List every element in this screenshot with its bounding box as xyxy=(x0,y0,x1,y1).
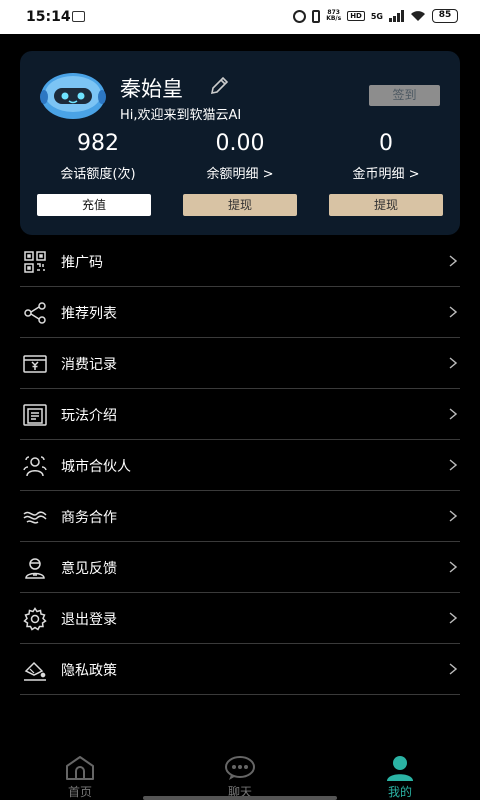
battery-icon: 85 xyxy=(432,9,458,23)
coins-value: 0 xyxy=(379,131,393,156)
menu-label: 意见反馈 xyxy=(61,561,117,577)
recharge-button[interactable]: 充值 xyxy=(37,194,151,216)
menu-label: 商务合作 xyxy=(61,510,117,526)
bottom-navigation: 首页 聊天 我的 xyxy=(0,746,480,800)
alarm-icon xyxy=(293,9,307,23)
feedback-icon xyxy=(25,558,45,579)
chevron-right-icon xyxy=(449,612,457,624)
hd-icon: HD xyxy=(347,11,365,21)
checkin-button[interactable]: 签到 xyxy=(369,85,440,106)
menu-label: 城市合伙人 xyxy=(61,459,131,475)
home-icon xyxy=(66,756,94,780)
menu-item-gameplay-intro[interactable]: 玩法介绍 xyxy=(20,389,460,440)
chevron-right-icon xyxy=(449,306,457,318)
menu-item-privacy-policy[interactable]: 隐私政策 xyxy=(20,644,460,695)
balance-detail-link[interactable]: 余额明细 > xyxy=(170,163,310,182)
chat-quota-label: 会话额度(次) xyxy=(60,167,136,182)
balance-value: 0.00 xyxy=(215,131,265,156)
chevron-right-icon xyxy=(449,357,457,369)
user-name: 秦始皇 xyxy=(120,77,183,101)
status-bar: 15:14 873 KB/s HD 5G 85 xyxy=(0,0,480,34)
network-speed: 873 KB/s xyxy=(326,9,342,22)
menu-item-referral-list[interactable]: 推荐列表 xyxy=(20,287,460,338)
stat-chat-quota: 982 会话额度(次) xyxy=(28,131,168,182)
nav-mine[interactable]: 我的 xyxy=(360,746,440,800)
chevron-right-icon xyxy=(449,255,457,267)
vibrate-icon xyxy=(312,9,321,23)
chevron-right-icon xyxy=(449,510,457,522)
handshake-icon xyxy=(23,511,47,524)
menu-item-logout[interactable]: 退出登录 xyxy=(20,593,460,644)
menu-label: 隐私政策 xyxy=(61,663,117,679)
menu-label: 消费记录 xyxy=(61,357,117,373)
status-indicators: 873 KB/s HD 5G 85 xyxy=(293,9,458,23)
welcome-text: Hi,欢迎来到软猫云AI xyxy=(120,108,242,123)
chat-quota-value: 982 xyxy=(77,131,119,156)
chevron-right-icon xyxy=(449,408,457,420)
nav-chat[interactable]: 聊天 xyxy=(200,746,280,800)
chevron-right-icon xyxy=(449,459,457,471)
partners-icon xyxy=(23,456,47,477)
home-indicator xyxy=(143,796,337,800)
withdraw-coins-button[interactable]: 提现 xyxy=(329,194,443,216)
menu-label: 玩法介绍 xyxy=(61,408,117,424)
share-icon xyxy=(24,302,46,324)
menu-item-feedback[interactable]: 意见反馈 xyxy=(20,542,460,593)
stat-balance[interactable]: 0.00 余额明细 > xyxy=(170,131,310,182)
menu-item-promo-code[interactable]: 推广码 xyxy=(20,236,460,287)
menu-label: 推广码 xyxy=(61,255,103,271)
withdraw-balance-button[interactable]: 提现 xyxy=(183,194,297,216)
menu-item-city-partner[interactable]: 城市合伙人 xyxy=(20,440,460,491)
yuan-wallet-icon xyxy=(23,355,47,373)
stat-coins[interactable]: 0 金币明细 > xyxy=(316,131,456,182)
message-notification-icon xyxy=(72,11,85,22)
nav-home-label: 首页 xyxy=(67,785,92,799)
chevron-right-icon xyxy=(449,561,457,573)
chevron-right-icon xyxy=(449,663,457,675)
wifi-icon xyxy=(411,11,425,21)
settings-menu: 推广码 推荐列表 消费记录 玩法介绍 城市合伙人 商务合作 意见反馈 退出登录 … xyxy=(20,236,460,695)
status-time: 15:14 xyxy=(26,9,71,25)
pencil-edit-icon[interactable] xyxy=(208,75,230,97)
document-icon xyxy=(23,404,47,426)
nav-home[interactable]: 首页 xyxy=(40,746,120,800)
profile-card: 秦始皇 Hi,欢迎来到软猫云AI 签到 982 会话额度(次) 0.00 余额明… xyxy=(20,51,460,235)
qr-code-icon xyxy=(24,251,46,273)
coins-detail-link[interactable]: 金币明细 > xyxy=(316,163,456,182)
chat-icon xyxy=(225,756,255,780)
user-icon xyxy=(387,756,413,781)
gear-icon xyxy=(23,607,47,631)
nav-mine-label: 我的 xyxy=(387,785,412,799)
menu-label: 推荐列表 xyxy=(61,306,117,322)
menu-item-spending-records[interactable]: 消费记录 xyxy=(20,338,460,389)
signal-type: 5G xyxy=(370,11,383,21)
menu-label: 退出登录 xyxy=(61,612,117,628)
signal-bars-icon xyxy=(389,10,404,22)
privacy-icon xyxy=(24,661,46,681)
robot-avatar[interactable] xyxy=(39,70,107,120)
menu-item-business-cooperation[interactable]: 商务合作 xyxy=(20,491,460,542)
